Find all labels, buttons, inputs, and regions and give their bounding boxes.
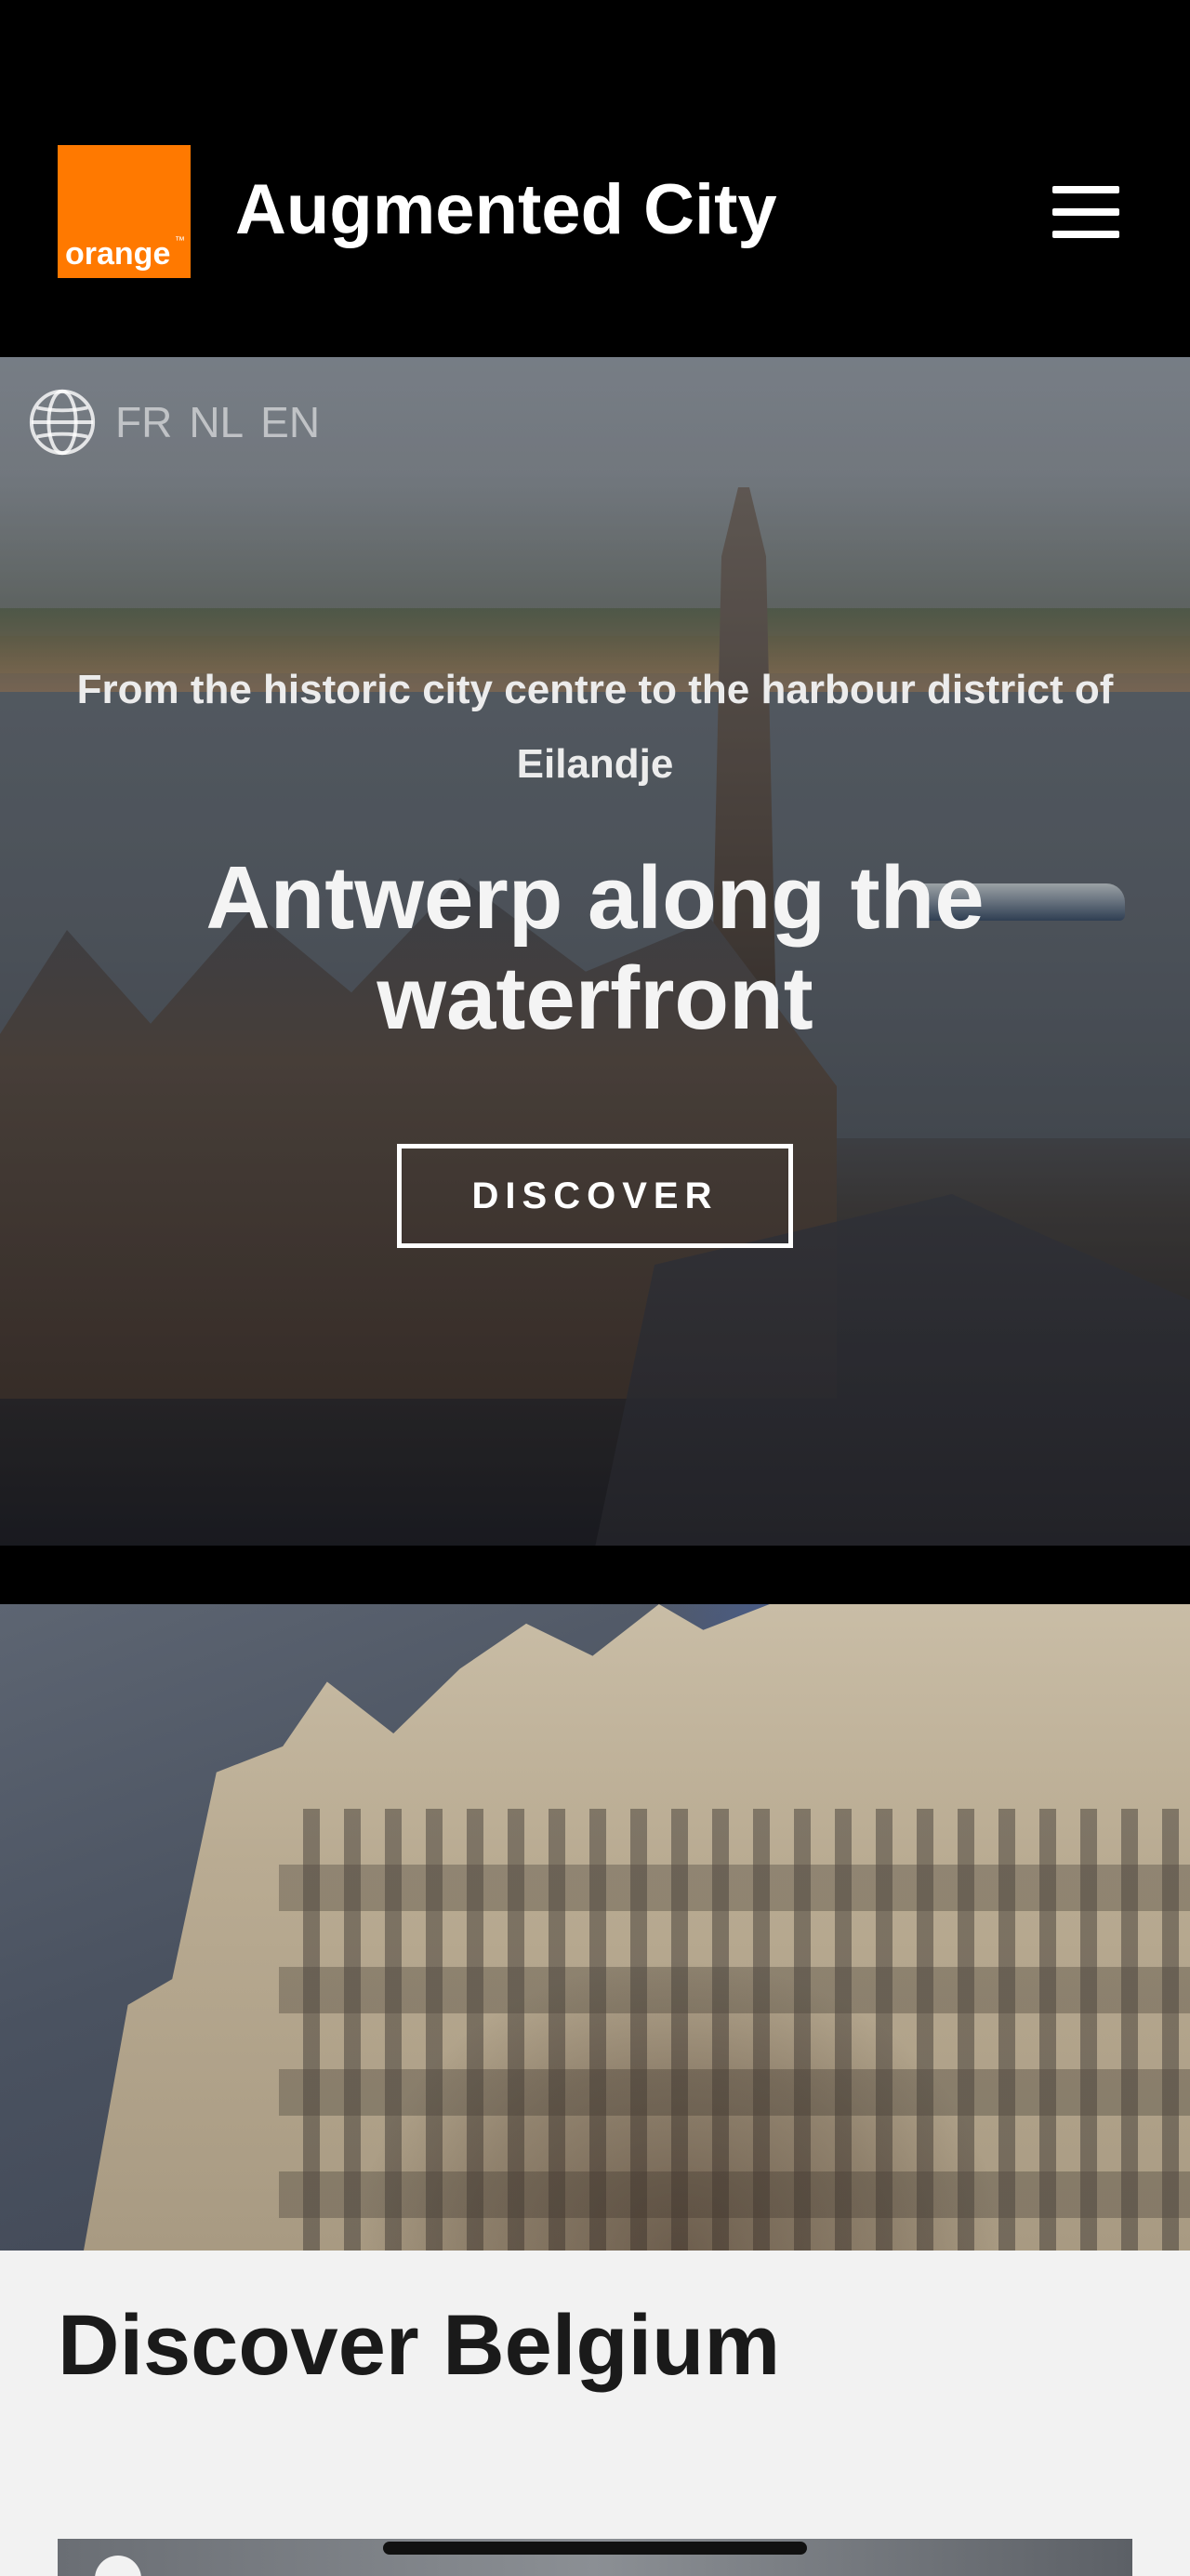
app-title: Augmented City	[235, 170, 777, 249]
language-fr[interactable]: FR	[115, 397, 172, 447]
city-hall-photo	[0, 1604, 1190, 2251]
hero-title: Antwerp along the waterfront	[205, 848, 985, 1048]
section-title: Discover Belgium	[58, 2298, 781, 2393]
language-nl[interactable]: NL	[189, 397, 244, 447]
language-en[interactable]: EN	[260, 397, 320, 447]
hero-banner: FR NL EN From the historic city centre t…	[0, 357, 1190, 1546]
photo-tree	[353, 1958, 1004, 2251]
home-indicator[interactable]	[383, 2542, 807, 2555]
discover-button[interactable]: DISCOVER	[397, 1144, 793, 1248]
orange-logo[interactable]: ™ orange	[58, 145, 191, 278]
language-selector: FR NL EN	[26, 385, 337, 459]
card-avatar-icon	[95, 2556, 141, 2576]
logo-text: orange	[65, 236, 171, 272]
hamburger-menu-icon[interactable]	[1049, 182, 1123, 242]
globe-icon[interactable]	[26, 386, 99, 458]
discover-section: Discover Belgium	[0, 2251, 1190, 2576]
logo-trademark: ™	[175, 235, 185, 246]
section-divider	[0, 1546, 1190, 1604]
hero-subtitle: From the historic city centre to the har…	[76, 667, 1114, 787]
app-header: ™ orange Augmented City	[0, 0, 1190, 357]
